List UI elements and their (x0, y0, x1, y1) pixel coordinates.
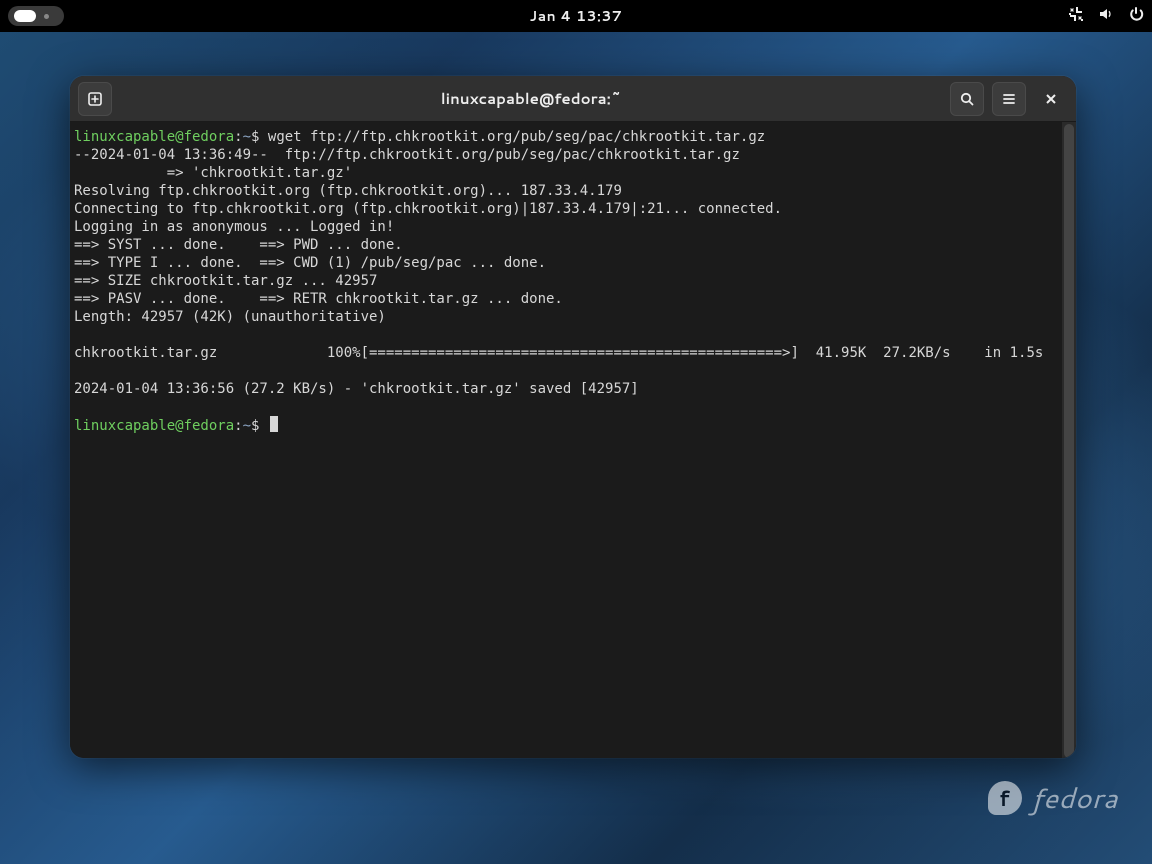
output-line: ==> SYST ... done. ==> PWD ... done. (74, 237, 403, 253)
fedora-watermark: f fedora (988, 778, 1118, 818)
prompt-sep: : (234, 129, 242, 145)
terminal-window: linuxcapable@fedora:~ linuxcapable@fedor… (70, 76, 1076, 758)
menu-button[interactable] (992, 82, 1026, 116)
output-line: chkrootkit.tar.gz 100%[=================… (74, 345, 1043, 361)
fedora-logo-icon: f (988, 781, 1022, 815)
clock[interactable]: Jan 4 13:37 (530, 6, 623, 26)
output-line: --2024-01-04 13:36:49-- ftp://ftp.chkroo… (74, 147, 740, 163)
window-title: linuxcapable@fedora:~ (120, 88, 942, 109)
prompt-user: linuxcapable@fedora (74, 129, 234, 145)
close-button[interactable] (1034, 82, 1068, 116)
prompt-user: linuxcapable@fedora (74, 418, 234, 434)
output-line: 2024-01-04 13:36:56 (27.2 KB/s) - 'chkro… (74, 381, 639, 397)
prompt-path: ~ (243, 129, 251, 145)
fedora-wordmark: fedora (1032, 778, 1118, 818)
output-line: Length: 42957 (42K) (unauthoritative) (74, 309, 386, 325)
new-tab-button[interactable] (78, 82, 112, 116)
cursor (270, 416, 278, 432)
output-line: => 'chkrootkit.tar.gz' (74, 165, 352, 181)
command-text: wget ftp://ftp.chkrootkit.org/pub/seg/pa… (259, 129, 765, 145)
system-tray[interactable] (1068, 6, 1144, 27)
terminal-body-wrap: linuxcapable@fedora:~$ wget ftp://ftp.ch… (70, 122, 1076, 758)
workspace-indicator-dot (44, 14, 49, 19)
network-icon (1068, 6, 1084, 27)
power-icon (1128, 6, 1144, 27)
prompt-sep: : (234, 418, 242, 434)
output-line: ==> PASV ... done. ==> RETR chkrootkit.t… (74, 291, 563, 307)
search-button[interactable] (950, 82, 984, 116)
terminal-output[interactable]: linuxcapable@fedora:~$ wget ftp://ftp.ch… (70, 122, 1062, 758)
workspace-indicator-active (14, 10, 36, 22)
gnome-top-bar: Jan 4 13:37 (0, 0, 1152, 32)
output-line: ==> SIZE chkrootkit.tar.gz ... 42957 (74, 273, 377, 289)
prompt-path: ~ (243, 418, 251, 434)
output-line: Logging in as anonymous ... Logged in! (74, 219, 394, 235)
output-line: Connecting to ftp.chkrootkit.org (ftp.ch… (74, 201, 782, 217)
terminal-scrollbar[interactable] (1062, 122, 1076, 758)
scrollbar-thumb[interactable] (1064, 124, 1074, 758)
activities-pill[interactable] (8, 6, 64, 26)
volume-icon (1098, 6, 1114, 27)
header-bar: linuxcapable@fedora:~ (70, 76, 1076, 122)
output-line: Resolving ftp.chkrootkit.org (ftp.chkroo… (74, 183, 622, 199)
output-line: ==> TYPE I ... done. ==> CWD (1) /pub/se… (74, 255, 546, 271)
prompt-sigil: $ (251, 418, 259, 434)
